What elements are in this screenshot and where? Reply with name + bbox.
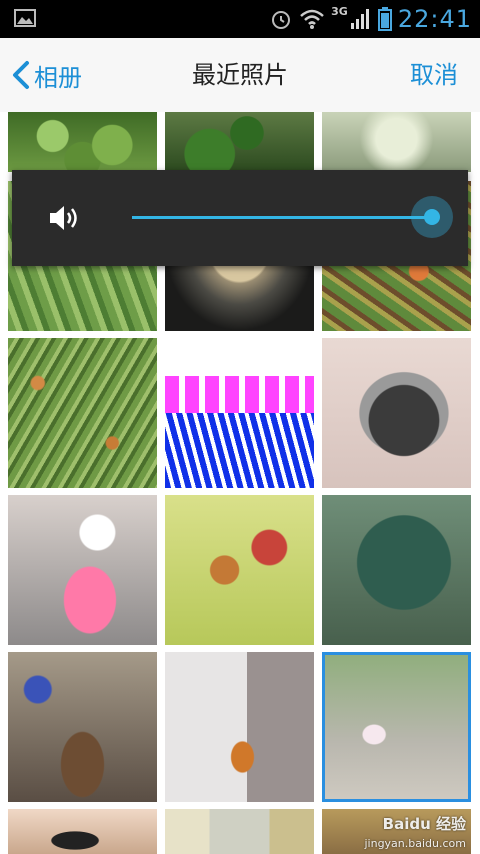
volume-slider-track[interactable] xyxy=(132,216,432,219)
volume-slider-thumb[interactable] xyxy=(411,196,453,238)
photo-thumbnail[interactable] xyxy=(8,809,157,854)
photo-thumbnail[interactable] xyxy=(165,652,314,802)
photo-thumbnail[interactable] xyxy=(8,652,157,802)
photo-picker-screen: 3G 22:41 相册 最近照片 取消 Baidu 经验 jingyan.bai… xyxy=(0,0,480,854)
photo-thumbnail[interactable] xyxy=(8,112,157,172)
battery-icon xyxy=(377,7,392,31)
network-type: 3G xyxy=(331,4,348,18)
watermark: Baidu 经验 xyxy=(382,815,466,833)
photo-thumbnail[interactable] xyxy=(8,338,157,488)
picture-icon xyxy=(14,9,36,27)
photo-thumbnail[interactable] xyxy=(165,338,314,488)
status-icons: 3G 22:41 xyxy=(269,4,472,34)
photo-thumbnail[interactable] xyxy=(322,338,471,488)
photo-thumbnail[interactable] xyxy=(322,112,471,172)
alarm-icon xyxy=(272,11,291,29)
photo-thumbnail[interactable] xyxy=(165,809,314,854)
wifi-icon xyxy=(300,9,324,29)
status-bar: 3G 22:41 xyxy=(0,0,480,38)
page-title: 最近照片 xyxy=(192,61,288,89)
photo-thumbnail[interactable] xyxy=(322,495,471,645)
cancel-button[interactable]: 取消 xyxy=(410,38,458,112)
photo-thumbnail-selected[interactable] xyxy=(322,652,471,802)
signal-icon xyxy=(350,9,369,29)
pattern-bottom xyxy=(165,413,314,488)
pattern-top xyxy=(165,338,314,413)
photo-thumbnail[interactable] xyxy=(165,112,314,172)
speaker-icon xyxy=(50,206,77,230)
title-bar: 相册 最近照片 取消 xyxy=(0,38,480,113)
volume-panel xyxy=(12,170,468,266)
photo-thumbnail[interactable] xyxy=(8,495,157,645)
watermark-url: jingyan.baidu.com xyxy=(364,837,466,850)
photo-thumbnail[interactable] xyxy=(165,495,314,645)
volume-slider-thumb-core xyxy=(424,209,440,225)
clock: 22:41 xyxy=(397,5,472,33)
